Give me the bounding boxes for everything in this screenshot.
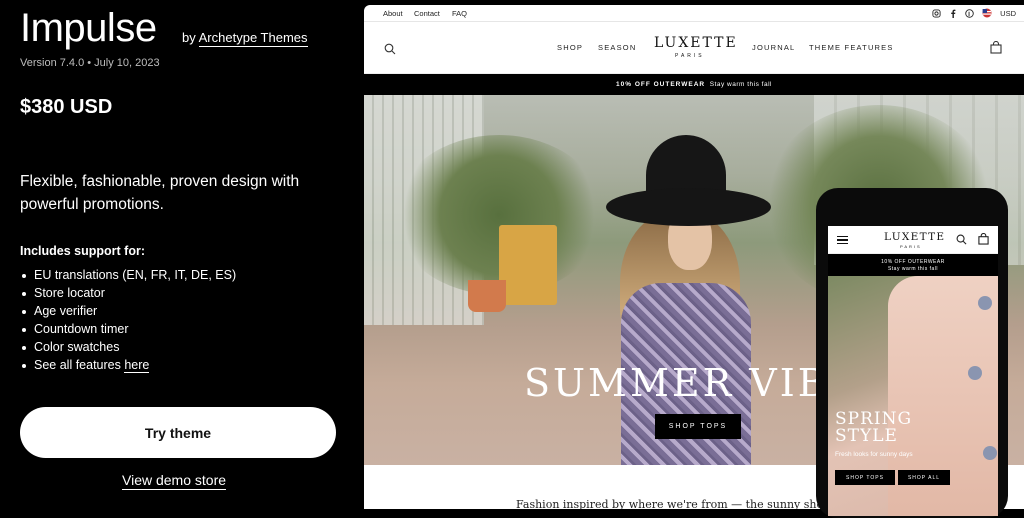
mobile-header: LUXETTE PARIS xyxy=(828,226,998,254)
mobile-promo-bold: 10% OFF OUTERWEAR xyxy=(881,259,945,265)
store-header: SHOP SEASON LUXETTE PARIS JOURNAL THEME … xyxy=(364,22,1024,74)
author-line: by Archetype Themes xyxy=(182,30,308,47)
dress-pattern xyxy=(968,366,982,380)
hero-heading: SUMMER VIB xyxy=(524,361,829,405)
promo-bold: 10% OFF OUTERWEAR xyxy=(616,81,706,88)
mobile-hero-line2: STYLE xyxy=(835,426,898,446)
by-prefix: by xyxy=(182,30,196,45)
features-list: EU translations (EN, FR, IT, DE, ES) Sto… xyxy=(20,266,236,374)
mobile-promo-bar: 10% OFF OUTERWEAR Stay warm this fall xyxy=(828,254,998,276)
mobile-logo[interactable]: LUXETTE xyxy=(884,231,945,243)
promo-bar: 10% OFF OUTERWEAR Stay warm this fall xyxy=(364,74,1024,95)
hero-chair xyxy=(499,225,557,305)
pinterest-icon[interactable] xyxy=(965,8,974,18)
mobile-promo-text: Stay warm this fall xyxy=(887,266,939,272)
theme-title: Impulse xyxy=(20,6,157,50)
mobile-hero-image: SPRING STYLE Fresh looks for sunny days … xyxy=(828,276,998,516)
util-link-faq[interactable]: FAQ xyxy=(452,9,467,18)
nav-item-season[interactable]: SEASON xyxy=(598,43,636,52)
mobile-search-icon[interactable] xyxy=(956,234,967,245)
nav-item-theme-features[interactable]: THEME FEATURES xyxy=(809,43,894,52)
store-intro-text: Fashion inspired by where we're from — t… xyxy=(516,498,841,509)
hamburger-menu-icon[interactable] xyxy=(837,236,848,244)
mobile-preview: LUXETTE PARIS 10% OFF OUTERWEAR Stay war… xyxy=(816,188,1008,518)
feature-item: Age verifier xyxy=(20,302,236,320)
model-hat-brim xyxy=(606,188,771,226)
theme-info-panel: Impulse by Archetype Themes Version 7.4.… xyxy=(0,0,355,509)
store-logo[interactable]: LUXETTE xyxy=(654,35,738,51)
dress-pattern xyxy=(978,296,992,310)
cart-icon[interactable] xyxy=(990,41,1002,54)
see-all-features-link[interactable]: here xyxy=(124,358,150,373)
dress-pattern xyxy=(983,446,997,460)
try-theme-button[interactable]: Try theme xyxy=(20,407,336,458)
social-and-currency: USD xyxy=(932,8,1016,18)
hero-pot xyxy=(468,280,506,312)
mobile-logo-sub: PARIS xyxy=(900,244,922,249)
shop-tops-button[interactable]: SHOP TOPS xyxy=(655,414,741,439)
store-logo-sub: PARIS xyxy=(675,53,705,59)
see-all-prefix: See all features xyxy=(34,358,125,372)
search-icon[interactable] xyxy=(384,43,396,55)
currency-selector[interactable]: USD xyxy=(1000,9,1016,18)
author-link[interactable]: Archetype Themes xyxy=(198,30,308,47)
view-demo-store-link[interactable]: View demo store xyxy=(122,472,227,490)
feature-item: Color swatches xyxy=(20,338,236,356)
version-line: Version 7.4.0 • July 10, 2023 xyxy=(20,57,160,69)
promo-text: Stay warm this fall xyxy=(709,81,772,88)
mobile-shop-tops-button[interactable]: SHOP TOPS xyxy=(835,470,895,485)
nav-item-shop[interactable]: SHOP xyxy=(557,43,583,52)
util-link-about[interactable]: About xyxy=(383,9,403,18)
util-link-contact[interactable]: Contact xyxy=(414,9,440,18)
mobile-hero-subtext: Fresh looks for sunny days xyxy=(835,451,913,458)
mobile-shop-all-button[interactable]: SHOP ALL xyxy=(898,470,950,485)
mobile-hero-heading: SPRING STYLE xyxy=(835,411,912,445)
nav-item-journal[interactable]: JOURNAL xyxy=(752,43,795,52)
feature-item: EU translations (EN, FR, IT, DE, ES) xyxy=(20,266,236,284)
includes-title: Includes support for: xyxy=(20,244,145,258)
theme-price: $380 USD xyxy=(20,96,113,118)
feature-item: Store locator xyxy=(20,284,236,302)
us-flag-icon xyxy=(982,8,992,18)
theme-tagline: Flexible, fashionable, proven design wit… xyxy=(20,173,300,213)
feature-item-see-all: See all features here xyxy=(20,356,236,374)
feature-item: Countdown timer xyxy=(20,320,236,338)
instagram-icon[interactable] xyxy=(932,8,941,18)
mobile-screen: LUXETTE PARIS 10% OFF OUTERWEAR Stay war… xyxy=(828,226,998,516)
facebook-icon[interactable] xyxy=(949,9,957,18)
mobile-cart-icon[interactable] xyxy=(978,233,989,245)
utility-bar: About Contact FAQ USD xyxy=(364,5,1024,22)
